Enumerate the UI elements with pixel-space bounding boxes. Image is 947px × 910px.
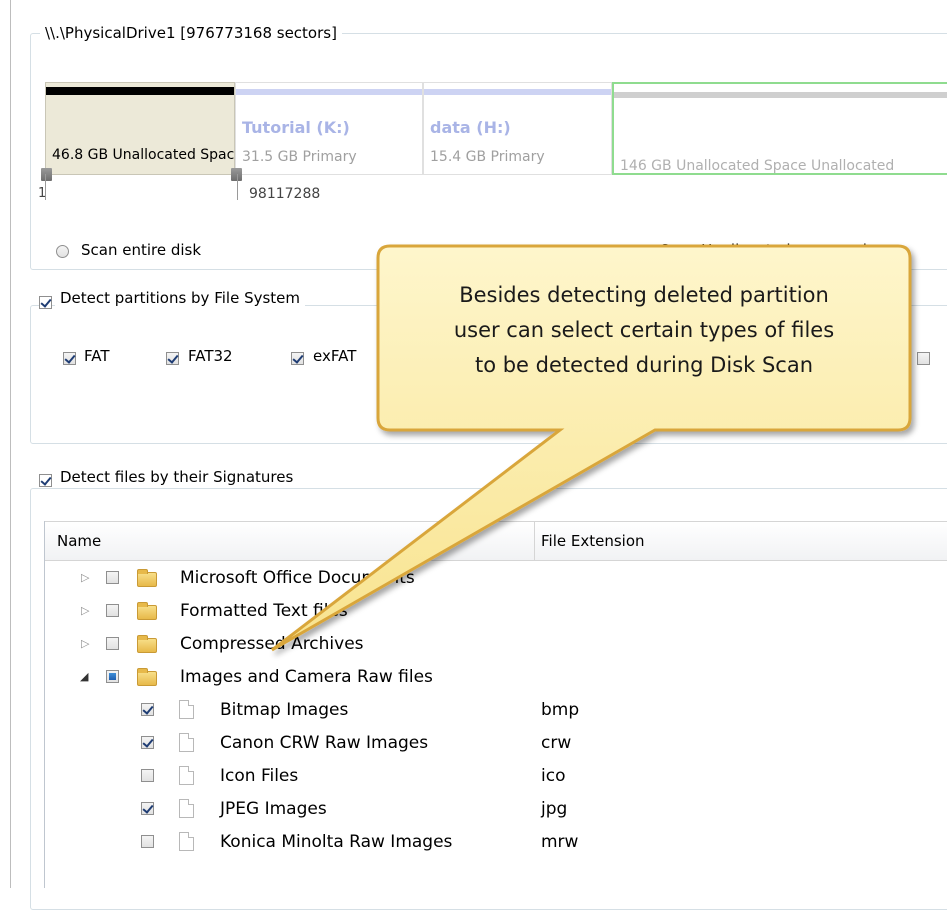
callout-line-1: Besides detecting deleted partition [459,283,829,307]
callout-line-3: to be detected during Disk Scan [474,353,814,377]
callout-pointer [271,244,912,652]
callout-line-2: user can select certain types of files [453,318,835,342]
callout-text: Besides detecting deleted partition user… [380,278,908,383]
